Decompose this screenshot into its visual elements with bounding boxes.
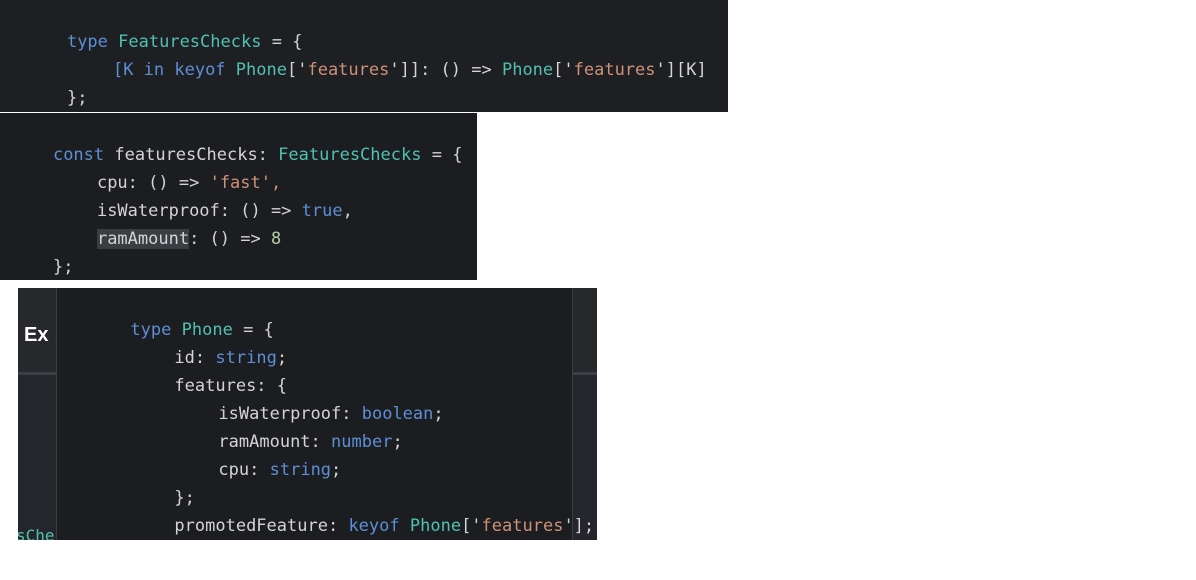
boolean-literal: true: [301, 201, 343, 221]
code-token: ;: [433, 404, 444, 424]
type-name: Phone: [409, 516, 462, 536]
string-literal: features: [573, 60, 656, 80]
code-panel-phone-type: Ex sChe type Phone = { id: string; featu…: [18, 288, 597, 540]
code-token: [': [286, 60, 308, 80]
code-token: '][K]: [655, 60, 707, 80]
string-literal: features: [307, 60, 390, 80]
code-token: cpu:: [218, 460, 260, 480]
type-hover-popup: type Phone = { id: string; features: { i…: [56, 288, 594, 540]
code-token: };: [52, 257, 74, 277]
code-token: ;: [392, 432, 403, 452]
string-literal: features: [481, 516, 564, 536]
code-line: promotedFeature: keyof Phone['features']…: [113, 496, 594, 540]
code-token: = {: [431, 145, 463, 165]
number-literal: 8: [270, 229, 282, 249]
code-token: [K in keyof: [112, 60, 226, 80]
code-line: }: [69, 524, 141, 540]
code-token: '];: [563, 516, 595, 536]
code-token: : () =>: [189, 229, 261, 249]
background-heading-text: Ex: [24, 324, 49, 346]
highlighted-identifier[interactable]: ramAmount: [96, 229, 190, 249]
type-name: Phone: [235, 60, 287, 80]
code-token: ,: [342, 201, 353, 221]
type-keyword: string: [269, 460, 332, 480]
code-panel-features-checks-const: const featuresChecks: FeaturesChecks = {…: [0, 113, 477, 280]
code-token: ;: [331, 460, 342, 480]
code-token: };: [66, 88, 88, 108]
code-line: ramAmount: () => 8: [56, 209, 281, 269]
type-name: Phone: [501, 60, 554, 80]
code-token: [': [461, 516, 482, 536]
code-token: [': [553, 60, 574, 80]
code-line: [K in keyof Phone['features']]: () => Ph…: [72, 40, 707, 100]
code-token: promotedFeature:: [174, 516, 339, 536]
type-name: FeaturesChecks: [278, 145, 422, 165]
keyword: keyof: [348, 516, 400, 536]
background-code-fragment: sChe: [18, 526, 55, 540]
code-panel-features-checks-type: type FeaturesChecks = { [K in keyof Phon…: [0, 0, 728, 112]
code-token: ']]: () =>: [389, 60, 492, 80]
